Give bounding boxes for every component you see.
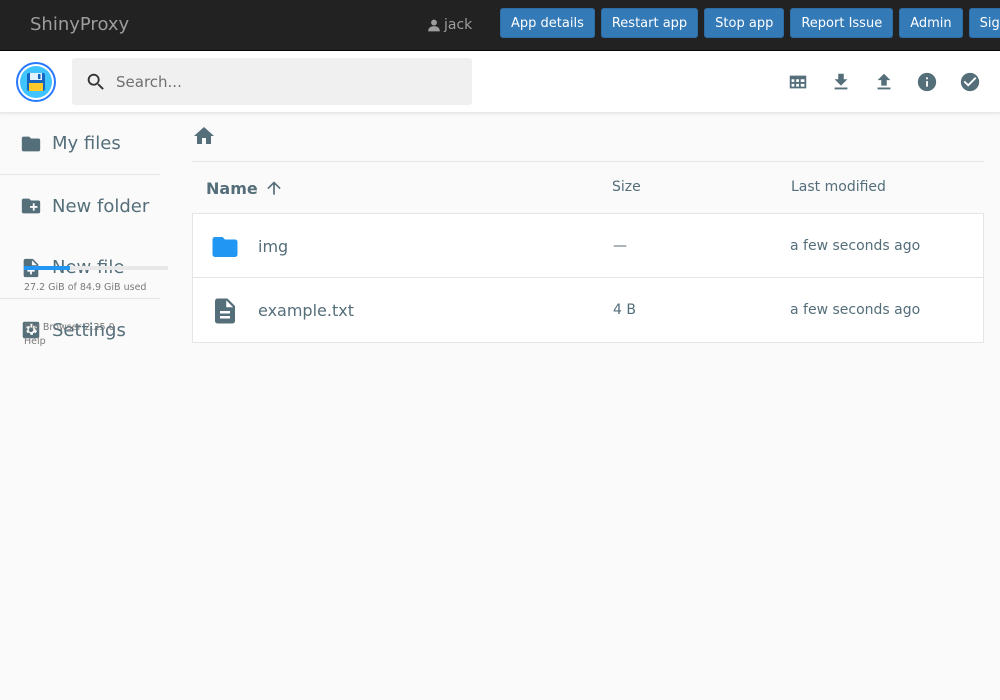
item-modified: a few seconds ago — [790, 302, 921, 318]
upload-icon — [877, 73, 890, 90]
usage-progress-bar — [24, 266, 168, 270]
file-text-icon — [215, 298, 235, 324]
stop-app-button[interactable]: Stop app — [704, 8, 785, 38]
list-item[interactable]: img — a few seconds ago — [192, 213, 984, 278]
create-folder-icon — [21, 198, 41, 214]
admin-button[interactable]: Admin — [899, 8, 963, 38]
navbar-buttons: App details Restart app Stop app Report … — [500, 8, 1000, 38]
info-icon — [917, 72, 936, 92]
header-actions — [776, 60, 991, 104]
version-link[interactable]: File Browser 2.25.0 — [24, 321, 115, 335]
upload-button[interactable] — [862, 60, 905, 104]
app-details-button[interactable]: App details — [500, 8, 595, 38]
folder-icon — [212, 237, 238, 257]
folder-icon — [21, 136, 41, 151]
report-issue-button[interactable]: Report Issue — [790, 8, 894, 38]
usage-progress-fill — [24, 266, 71, 270]
item-size: — — [613, 238, 627, 254]
list-item[interactable]: example.txt 4 B a few seconds ago — [192, 278, 984, 343]
usage-text: 27.2 GiB of 84.9 GiB used — [24, 282, 147, 293]
filebrowser-logo-icon[interactable] — [16, 62, 56, 102]
file-listing: Name Size Last modified img — a few seco… — [192, 162, 984, 343]
sidebar-item-label: New folder — [52, 195, 150, 217]
credits: File Browser 2.25.0 Help — [24, 321, 115, 349]
item-name: img — [258, 237, 289, 256]
item-modified: a few seconds ago — [790, 238, 921, 254]
shinyproxy-navbar: ShinyProxy jack App details Restart app … — [0, 0, 1000, 51]
sort-by-size[interactable]: Size — [612, 179, 641, 195]
breadcrumb-home[interactable] — [192, 124, 216, 148]
info-button[interactable] — [905, 60, 948, 104]
sidebar-item-my-files[interactable]: My files — [0, 113, 160, 175]
sort-by-name[interactable]: Name — [206, 178, 284, 198]
search-box[interactable] — [72, 58, 472, 105]
item-icon — [210, 232, 240, 262]
brand-title[interactable]: ShinyProxy — [30, 14, 129, 35]
breadcrumb — [192, 113, 984, 162]
filebrowser-header — [0, 51, 1000, 113]
username: jack — [444, 17, 473, 33]
download-button[interactable] — [819, 60, 862, 104]
help-link[interactable]: Help — [24, 335, 115, 349]
sidebar-item-new-folder[interactable]: New folder — [0, 175, 160, 237]
select-check-icon — [960, 72, 979, 92]
item-icon — [210, 296, 240, 326]
list-header: Name Size Last modified — [192, 162, 984, 213]
column-name-label: Name — [206, 178, 258, 198]
item-size: 4 B — [613, 302, 636, 318]
search-icon — [87, 73, 104, 90]
item-name: example.txt — [258, 301, 354, 320]
switch-view-button[interactable] — [776, 60, 819, 104]
grid-view-icon — [789, 75, 806, 89]
user-info: jack — [427, 17, 472, 33]
search-input[interactable] — [116, 72, 456, 91]
user-icon — [428, 19, 440, 31]
home-icon — [194, 127, 214, 144]
restart-app-button[interactable]: Restart app — [600, 8, 699, 38]
arrow-up-icon — [267, 181, 281, 195]
sidebar-item-label: My files — [52, 133, 121, 154]
download-icon — [834, 73, 847, 90]
sort-by-modified[interactable]: Last modified — [791, 179, 886, 195]
disk-usage: 27.2 GiB of 84.9 GiB used — [24, 266, 168, 293]
sign-out-button[interactable]: Sign Out — [968, 8, 1000, 38]
select-multiple-button[interactable] — [948, 60, 991, 104]
